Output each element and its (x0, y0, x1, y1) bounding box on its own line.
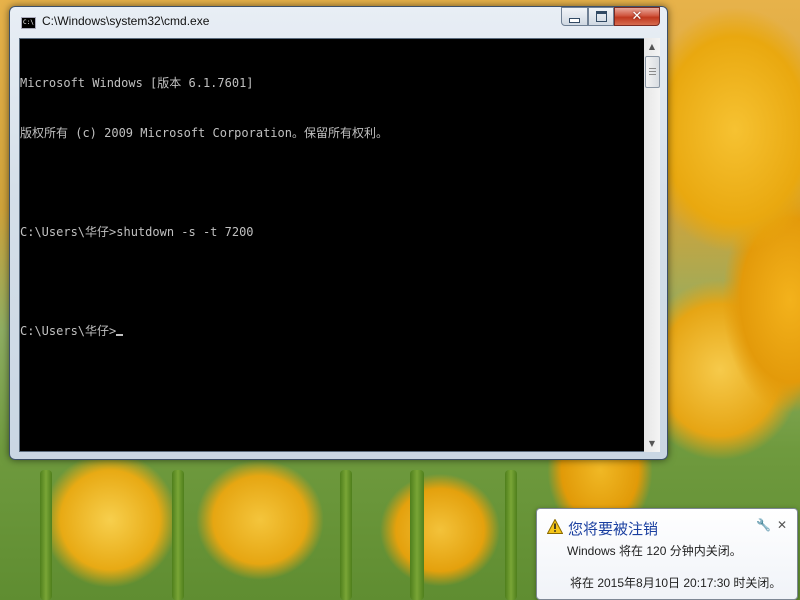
shutdown-notification[interactable]: 您将要被注销 🔧 ✕ Windows 将在 120 分钟内关闭。 将在 2015… (536, 508, 798, 600)
cmd-icon[interactable]: C:\ (21, 17, 36, 29)
window-title: C:\Windows\system32\cmd.exe (42, 14, 210, 28)
thumb-grip (649, 68, 656, 69)
scroll-down-icon: ▼ (648, 439, 656, 448)
scroll-down-button[interactable]: ▼ (644, 435, 660, 452)
scroll-up-icon: ▲ (648, 42, 656, 51)
console-line: 版权所有 (c) 2009 Microsoft Corporation。保留所有… (20, 125, 388, 140)
vertical-scrollbar[interactable]: ▲ ▼ (644, 38, 660, 452)
wallpaper-stem (340, 470, 352, 600)
wallpaper-stem (505, 470, 517, 600)
close-icon: ✕ (631, 9, 643, 24)
notification-time: 将在 2015年8月10日 20:17:30 时关闭。 (570, 576, 782, 590)
maximize-icon (595, 11, 607, 22)
console-line: Microsoft Windows [版本 6.1.7601] (20, 76, 254, 90)
console-line: C:\Users\华仔>shutdown -s -t 7200 (20, 224, 254, 239)
wallpaper-stem (40, 470, 52, 600)
wallpaper-stem (172, 470, 184, 600)
notification-title: 您将要被注销 (568, 521, 659, 538)
scrollbar-thumb[interactable] (645, 56, 660, 88)
wrench-icon[interactable]: 🔧 (756, 518, 771, 532)
minimize-icon (569, 17, 580, 23)
close-icon[interactable]: ✕ (777, 518, 787, 532)
cmd-window[interactable]: C:\ C:\Windows\system32\cmd.exe ✕ Micros… (9, 6, 668, 460)
notification-message: Windows 将在 120 分钟内关闭。 (567, 544, 742, 558)
console-output[interactable]: Microsoft Windows [版本 6.1.7601] 版权所有 (c)… (19, 38, 645, 452)
console-text: Microsoft Windows [版本 6.1.7601] 版权所有 (c)… (20, 42, 388, 372)
console-prompt: C:\Users\华仔> (20, 323, 117, 338)
maximize-button[interactable] (588, 7, 614, 26)
scroll-up-button[interactable]: ▲ (644, 38, 660, 55)
close-button[interactable]: ✕ (614, 7, 660, 26)
minimize-button[interactable] (561, 7, 588, 26)
warning-icon (547, 519, 563, 534)
title-bar[interactable]: C:\ C:\Windows\system32\cmd.exe ✕ (10, 7, 667, 37)
thumb-grip (649, 71, 656, 72)
console-prompt-line[interactable]: C:\Users\华仔> (20, 323, 388, 340)
thumb-grip (649, 74, 656, 75)
text-cursor (116, 333, 124, 336)
wallpaper-stem (410, 470, 424, 600)
